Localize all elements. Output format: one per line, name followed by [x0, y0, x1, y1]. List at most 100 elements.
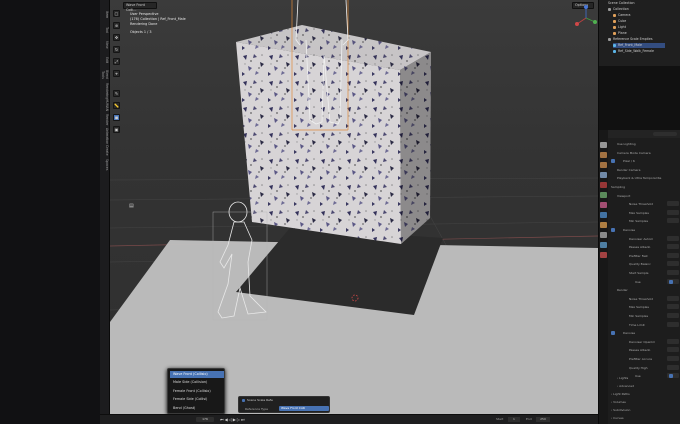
- property-field[interactable]: [667, 201, 679, 207]
- property-checkbox[interactable]: [669, 374, 673, 379]
- move-icon[interactable]: ✥: [113, 34, 120, 41]
- sidebar-tab-tool[interactable]: Tool: [101, 23, 109, 37]
- navigation-gizmo[interactable]: [573, 4, 599, 34]
- cursor-icon[interactable]: ⊕: [113, 22, 120, 29]
- outliner-item-reference-scale-empties[interactable]: Reference Scale Empties: [608, 37, 653, 42]
- sidebar-tab-view[interactable]: View: [101, 38, 109, 52]
- properties-section-curves[interactable]: › Curves: [611, 416, 624, 420]
- 3d-viewport[interactable]: ▤ Wave Front Colli... Options User Persp…: [110, 0, 598, 414]
- sidebar-tab-blend-tools[interactable]: Blend Tools: [101, 68, 109, 82]
- select-icon[interactable]: ▢: [113, 10, 120, 17]
- property-row-label: Passes Albedo: [629, 348, 651, 353]
- properties-tab-icon[interactable]: [600, 162, 607, 168]
- property-field[interactable]: [667, 235, 679, 241]
- playback-controls[interactable]: ⏮◀◁▶▷⏭: [220, 417, 246, 422]
- property-field[interactable]: [667, 304, 679, 310]
- property-checkbox[interactable]: [611, 331, 615, 336]
- property-field[interactable]: [667, 356, 679, 361]
- properties-tab-icon[interactable]: [600, 142, 607, 148]
- property-row-label: Prefilter Fast: [629, 253, 648, 258]
- property-row-label: Denoiser Autom: [629, 236, 654, 241]
- properties-tab-icon[interactable]: [600, 172, 607, 178]
- end-frame-field[interactable]: 250: [536, 417, 550, 422]
- menu-option-5[interactable]: Bend (Ghost): [170, 405, 224, 412]
- outliner-item-label: Cube: [618, 19, 627, 23]
- properties-tab-icon[interactable]: [600, 212, 607, 218]
- properties-tab-icon[interactable]: [600, 182, 607, 188]
- property-field[interactable]: [667, 347, 679, 353]
- add-cube-icon[interactable]: ◼: [113, 114, 120, 121]
- outliner-item-cube[interactable]: Cube: [613, 19, 626, 24]
- properties-section-advanced[interactable]: › Advanced: [617, 384, 634, 388]
- property-field[interactable]: [667, 244, 679, 250]
- reference-type-field[interactable]: Wave Front Colli: [279, 406, 329, 411]
- property-field[interactable]: [667, 295, 679, 301]
- properties-tab-icon[interactable]: [600, 242, 607, 248]
- property-field[interactable]: [667, 313, 679, 318]
- properties-search[interactable]: [653, 132, 677, 136]
- current-frame-field[interactable]: 176: [196, 417, 214, 422]
- sidebar-tab-render[interactable]: Render: [101, 113, 109, 127]
- properties-section-light-paths[interactable]: › Light Paths: [611, 392, 630, 396]
- item-type-icon: [613, 31, 616, 35]
- sidebar-tab-rendering[interactable]: Rendering: [101, 83, 109, 99]
- sidebar-tab-spaces[interactable]: Spaces: [101, 158, 109, 172]
- scale-icon[interactable]: ⤢: [113, 58, 120, 65]
- property-field[interactable]: [667, 261, 679, 267]
- outliner-item-label: Ref_Side_Walk_Female: [618, 49, 654, 53]
- property-checkbox[interactable]: [611, 228, 615, 232]
- property-field[interactable]: [667, 321, 679, 327]
- properties-tab-icon[interactable]: [600, 152, 607, 158]
- property-field[interactable]: [667, 218, 679, 224]
- transform-icon[interactable]: ⌖: [113, 70, 120, 77]
- properties-tab-icon[interactable]: [600, 192, 607, 198]
- menu-option-1[interactable]: Wave Front (Collisio): [170, 371, 224, 378]
- menu-option-2[interactable]: Male Side (Collision): [170, 379, 224, 386]
- property-checkbox[interactable]: [669, 279, 673, 284]
- sidebar-tab-edit[interactable]: Edit: [101, 53, 109, 67]
- property-field[interactable]: [667, 270, 679, 275]
- outliner-item-light[interactable]: Light: [613, 25, 626, 30]
- outliner-item-label: Reference Scale Empties: [613, 37, 653, 41]
- properties-tab-icon[interactable]: [600, 252, 607, 258]
- outliner-item-ref-front-male[interactable]: Ref_Front_Male: [613, 43, 665, 48]
- viewport-overlay-text: User Perspective (176) Collection | Ref_…: [130, 12, 186, 35]
- toolbar: ▢ ⊕ ✥ ↻ ⤢ ⌖ ✎ 📏 ◼ ▣: [110, 10, 122, 160]
- outliner-item-ref-side-walk-female[interactable]: Ref_Side_Walk_Female: [613, 49, 654, 54]
- sidebar-tab-create[interactable]: Create: [101, 143, 109, 157]
- cube-side-shade: [400, 52, 431, 244]
- outliner-item-camera[interactable]: Camera: [613, 13, 631, 18]
- end-label: End: [526, 417, 532, 421]
- properties-section-volumes[interactable]: › Volumes: [611, 400, 626, 404]
- property-field[interactable]: [667, 252, 679, 258]
- rotate-icon[interactable]: ↻: [113, 46, 120, 53]
- property-row-label: Time Limit: [629, 322, 645, 327]
- properties-tab-icon[interactable]: [600, 222, 607, 228]
- property-row-label: Use: [635, 374, 641, 379]
- property-checkbox[interactable]: [611, 159, 615, 164]
- editor-type-dropdown[interactable]: Wave Front Colli...: [123, 2, 157, 12]
- item-type-icon: [613, 49, 616, 53]
- menu-option-3[interactable]: Female Front (Collisio): [170, 388, 224, 395]
- annotate-icon[interactable]: ✎: [113, 90, 120, 97]
- properties-tab-icon[interactable]: [600, 232, 607, 238]
- properties-tab-icon[interactable]: [600, 202, 607, 208]
- menu-option-4[interactable]: Female Side (Collisi): [170, 396, 224, 403]
- camera-icon[interactable]: ▣: [113, 126, 120, 133]
- property-field[interactable]: [667, 338, 679, 344]
- properties-section-lights[interactable]: › Lights: [617, 376, 628, 380]
- start-frame-field[interactable]: 1: [508, 417, 520, 422]
- properties-section-subdivision[interactable]: › Subdivision: [611, 408, 630, 412]
- outliner: Scene Collection Collection Camera Cube Lig…: [575, 0, 680, 66]
- scene-scale-checkbox[interactable]: [242, 399, 245, 402]
- measure-icon[interactable]: 📏: [113, 102, 120, 109]
- reference-type-menu: Wave Front (Collisio) Male Side (Collisio…: [167, 368, 225, 414]
- sidebar-tab-item[interactable]: Item: [101, 8, 109, 22]
- sidebar-tab-human[interactable]: HUMAN: [101, 98, 109, 112]
- property-field[interactable]: [667, 209, 679, 215]
- outliner-item-collection[interactable]: Collection: [608, 7, 629, 12]
- property-row-label: Min Samples: [629, 314, 649, 318]
- property-field[interactable]: [667, 364, 679, 370]
- sidebar-tab-animation[interactable]: Animation: [101, 128, 109, 144]
- outliner-item-plane[interactable]: Plane: [613, 31, 627, 36]
